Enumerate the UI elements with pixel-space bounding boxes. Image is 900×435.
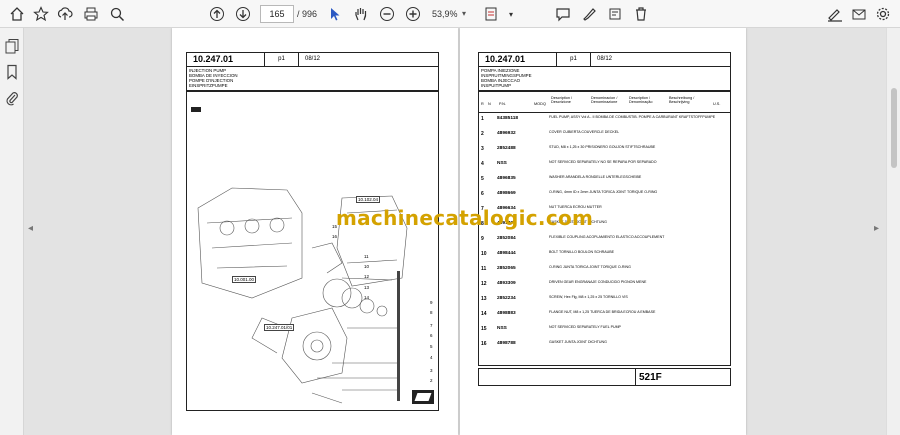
callout-number: 8 — [430, 310, 433, 315]
title-line: INSPUITPUMP — [481, 83, 512, 88]
exploded-view-drawing — [197, 187, 408, 404]
hand-icon[interactable] — [350, 3, 372, 25]
delete-icon[interactable] — [630, 3, 652, 25]
bookmarks-icon[interactable] — [4, 64, 20, 80]
sign-icon[interactable] — [824, 3, 846, 25]
right-page-label: p1 — [556, 53, 590, 66]
page-down-icon[interactable] — [232, 3, 254, 25]
chevron-down-icon[interactable]: ▾ — [500, 3, 522, 25]
page-total: / 996 — [297, 9, 318, 19]
col-header: N — [488, 102, 491, 106]
callout-number: 12 — [364, 274, 370, 279]
left-title-block: INJECTION PUMP BOMBA DE INYECCION POMPE … — [186, 66, 439, 112]
title-line: EINSPRITZPUMPE — [189, 83, 228, 88]
callout-number: 11 — [364, 254, 369, 259]
right-header: 10.247.01 p1 08/12 — [478, 52, 731, 67]
col-header: R — [481, 102, 484, 106]
left-page: 10.247.01 p1 08/12 INJECTION PUMP BOMBA … — [172, 28, 458, 435]
col-header: Denominacion / Denominazione — [591, 96, 618, 105]
callout-number: 6 — [430, 333, 433, 338]
callout-number: 4 — [430, 355, 433, 360]
email-icon[interactable] — [848, 3, 870, 25]
col-header: Beschreibung / Beschrijving — [669, 96, 695, 105]
upload-icon[interactable] — [54, 3, 76, 25]
zoom-out-icon[interactable] — [376, 3, 398, 25]
table-row[interactable]: 16 4898788 GASKET JUNTA JOINT DICHTUNG — [479, 340, 727, 354]
manual-logo — [412, 390, 434, 404]
table-row[interactable]: 2 4896932 COVER CUBIERTA COUVERCLE DECKEL — [479, 130, 727, 144]
callout-number: 9 — [430, 300, 433, 305]
table-row[interactable]: 9 2852084 FLEXIBLE COUPLING ACOPLAMIENTO E… — [479, 235, 727, 249]
callout-number: 2 — [430, 378, 433, 383]
callout-ref: 10.001.00 — [232, 276, 257, 283]
table-row[interactable]: 6 4898669 O-RING, 4mm ID x 2mm JUNTA TORIC… — [479, 190, 727, 204]
col-header: P.N. — [499, 102, 506, 106]
pages-icon[interactable] — [4, 38, 20, 54]
model-label: 521F — [635, 368, 731, 386]
callout-number: 3 — [430, 368, 433, 373]
print-icon[interactable] — [80, 3, 102, 25]
model-row: 521F — [478, 368, 731, 386]
callout-number: 16 — [332, 234, 338, 239]
callout-number: 10 — [364, 264, 370, 269]
document-viewport[interactable]: ◂ 10.247.01 p1 08/12 INJECTION PUMP BOMB… — [24, 28, 886, 435]
bookmark-star-icon[interactable] — [30, 3, 52, 25]
chevron-down-icon[interactable]: ▾ — [462, 6, 466, 22]
left-page-date: 08/12 — [298, 53, 326, 66]
callout-ref: 10.102.04 — [356, 196, 381, 203]
left-header: 10.247.01 p1 08/12 — [186, 52, 439, 67]
zoom-in-icon[interactable] — [402, 3, 424, 25]
left-page-label: p1 — [264, 53, 298, 66]
col-header: MOD — [534, 102, 543, 106]
col-header: Q — [543, 102, 546, 106]
cursor-icon[interactable] — [324, 3, 346, 25]
left-page-code: 10.247.01 — [193, 54, 234, 64]
previous-page-arrow[interactable]: ◂ — [28, 223, 33, 234]
fit-page-icon[interactable] — [480, 3, 502, 25]
table-row[interactable]: 11 2852065 O-RING JUNTA TORICA JOINT TORIQ… — [479, 265, 727, 279]
table-row[interactable]: 4 NSS NOT SERVICED SEPARATELY NO SE REPARA… — [479, 160, 727, 174]
vertical-scrollbar[interactable] — [886, 28, 900, 435]
right-page-date: 08/12 — [590, 53, 618, 66]
toolbar: 165 / 996 53,9% ▾ ▾ — [0, 0, 900, 28]
right-page: 10.247.01 p1 08/12 POMPA INIEZIONE INSPR… — [460, 28, 746, 435]
callout-number: 13 — [364, 285, 370, 290]
comment-icon[interactable] — [552, 3, 574, 25]
scrollbar-thumb[interactable] — [891, 88, 897, 168]
page-number-input[interactable]: 165 — [260, 5, 294, 23]
table-row[interactable]: 1 84385118 FUEL PUMP, ASSY Vol A - II BOMB… — [479, 115, 727, 129]
col-header: Description / Descrizione — [551, 96, 573, 105]
zoom-level[interactable]: 53,9% — [432, 6, 458, 22]
attachments-icon[interactable] — [4, 90, 20, 106]
watermark-text: machinecatalogic.com — [336, 206, 594, 230]
table-row[interactable]: 14 4898883 FLANGE NUT, M8 x 1,25 TUERCA DE… — [479, 310, 727, 324]
col-header: Description / Denominação — [629, 96, 653, 105]
callout-ref: 10.247.01/01 — [264, 324, 295, 331]
table-row[interactable]: 5 4896835 WASHER ARANDELA RONDELLE UNTERLE… — [479, 175, 727, 189]
right-title-block: POMPA INIEZIONE INSPRUITMINGSPUMPE BOMBA… — [478, 66, 731, 91]
navigation-pane — [0, 28, 24, 435]
home-icon[interactable] — [6, 3, 28, 25]
right-page-code: 10.247.01 — [485, 54, 526, 64]
page-up-icon[interactable] — [206, 3, 228, 25]
table-row[interactable]: 12 4893309 DRIVEN GEAR ENGRANAJE CONDUCIDO… — [479, 280, 727, 294]
table-row[interactable]: 13 2852234 SCREW, Hex Flg, M8 x 1,25 x 25 … — [479, 295, 727, 309]
callout-number: 5 — [430, 344, 433, 349]
next-page-arrow[interactable]: ▸ — [874, 223, 879, 234]
table-row[interactable]: 15 NSS NOT SERVICED SEPARATELY FUEL PUMP — [479, 325, 727, 339]
col-header: U.S. — [713, 102, 721, 106]
stamp-icon[interactable] — [604, 3, 626, 25]
zoom-search-icon[interactable] — [106, 3, 128, 25]
callout-number: 14 — [364, 295, 370, 300]
settings-icon[interactable] — [872, 3, 894, 25]
table-row[interactable]: 10 4898444 BOLT TORNILLO BOULON SCHRAUBE — [479, 250, 727, 264]
table-row[interactable]: 3 2852488 STUD, M8 x 1,25 x 30 PRISIONERO … — [479, 145, 727, 159]
highlight-icon[interactable] — [578, 3, 600, 25]
callout-number: 7 — [430, 323, 433, 328]
